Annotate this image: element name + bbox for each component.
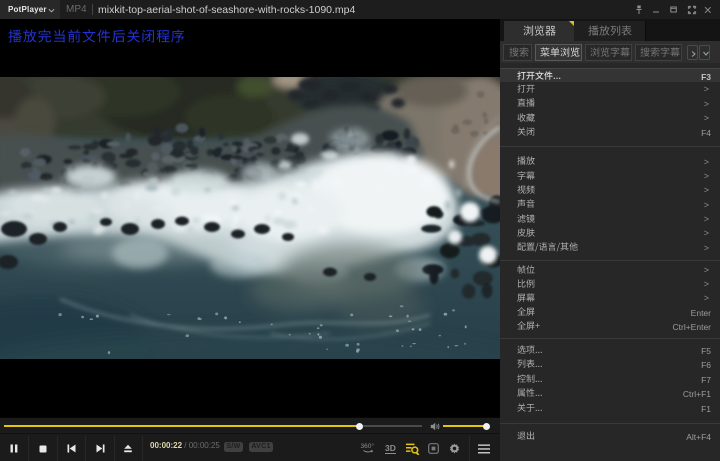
svg-text:360°: 360° bbox=[361, 442, 375, 450]
svg-text:3D: 3D bbox=[385, 443, 396, 453]
